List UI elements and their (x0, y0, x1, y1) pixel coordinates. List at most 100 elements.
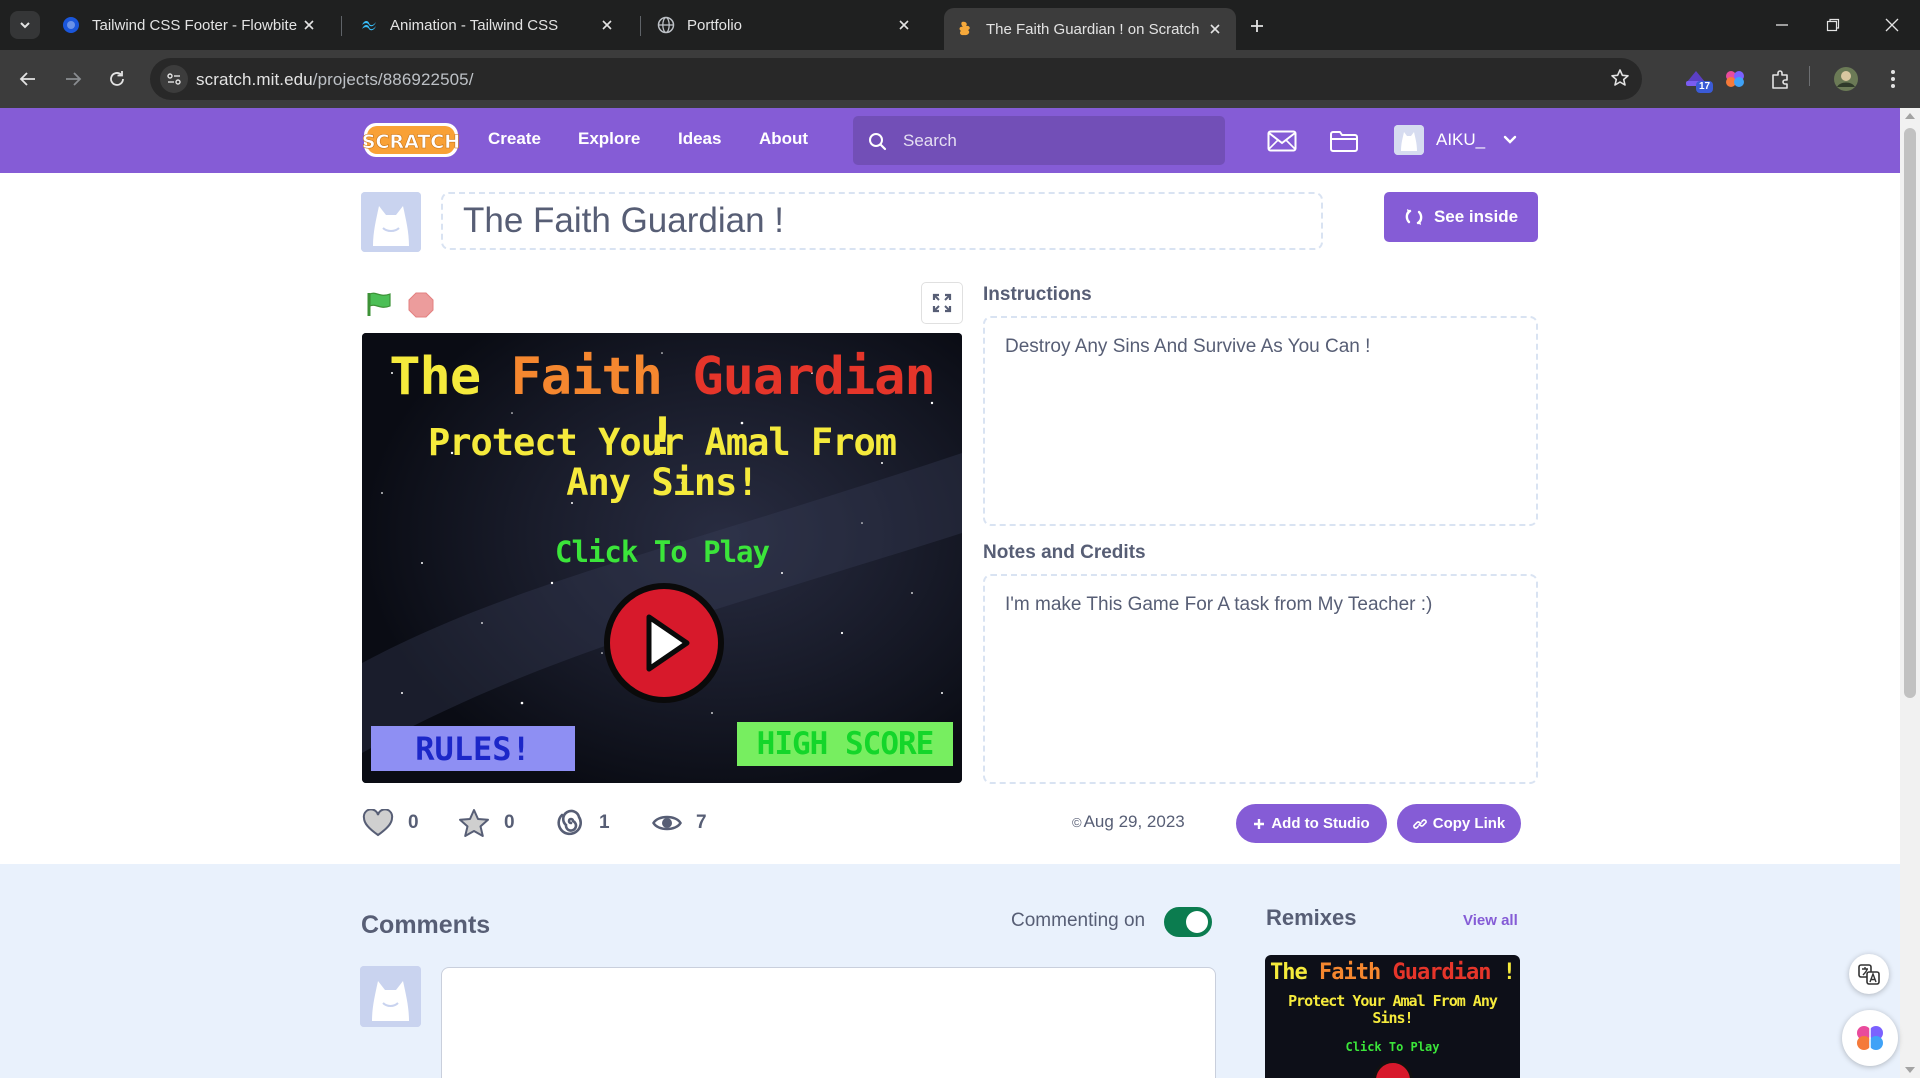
translate-icon (1858, 964, 1880, 985)
extension-brain-icon[interactable] (1721, 65, 1749, 93)
copy-link-button[interactable]: Copy Link (1397, 804, 1521, 843)
scrollbar-thumb[interactable] (1904, 128, 1916, 698)
extensions-puzzle-icon[interactable] (1767, 65, 1795, 93)
favorite-stat[interactable]: 0 (458, 808, 515, 838)
browser-tab-portfolio[interactable]: Portfolio (645, 6, 925, 44)
user-menu[interactable]: AIKU_ (1394, 123, 1517, 157)
close-icon[interactable] (598, 16, 616, 34)
username: AIKU_ (1436, 130, 1486, 149)
new-tab-button[interactable] (1244, 13, 1270, 39)
remix-play-icon (1373, 1060, 1413, 1078)
game-high-score-button[interactable]: HIGH SCORE (737, 722, 953, 766)
scratch-logo[interactable]: SCRATCH (363, 121, 459, 159)
my-stuff-button[interactable] (1328, 128, 1360, 154)
reload-icon (110, 71, 124, 86)
comments-heading: Comments (361, 911, 491, 939)
project-stage[interactable]: The Faith Guardian ! Protect Your Amal F… (362, 333, 962, 783)
commenting-toggle[interactable] (1164, 907, 1212, 937)
eye-icon (652, 815, 682, 831)
browser-tab-tailwind[interactable]: Animation - Tailwind CSS (348, 6, 628, 44)
nav-link-about[interactable]: About (759, 129, 808, 149)
fullscreen-button[interactable] (921, 282, 963, 324)
restore-button[interactable] (1819, 12, 1847, 38)
view-stat: 7 (652, 808, 707, 838)
browser-tab-strip: Tailwind CSS Footer - Flowbite Animation… (0, 0, 1920, 50)
assistant-brain-button[interactable] (1842, 1010, 1898, 1066)
love-stat[interactable]: 0 (362, 808, 419, 838)
mail-icon (1267, 130, 1297, 152)
close-icon[interactable] (1206, 20, 1224, 38)
minimize-button[interactable] (1768, 12, 1796, 38)
project-title[interactable]: The Faith Guardian ! (441, 192, 1323, 250)
logo-text: SCRATCH (363, 131, 459, 153)
toolbar-separator (1809, 66, 1810, 86)
browser-tab-flowbite[interactable]: Tailwind CSS Footer - Flowbite (50, 6, 330, 44)
remixes-heading: Remixes (1266, 905, 1357, 930)
remix-count: 1 (599, 812, 610, 833)
green-flag-button[interactable] (366, 291, 394, 317)
browser-menu-icon[interactable] (1879, 65, 1907, 93)
remix-thumbnail[interactable]: The Faith Guardian ! Protect Your Amal F… (1265, 955, 1520, 1078)
remix-title-word: The (1270, 960, 1308, 985)
copy-link-label: Copy Link (1432, 815, 1506, 832)
stop-button[interactable] (408, 292, 434, 318)
scratch-icon (956, 20, 974, 38)
nav-link-create[interactable]: Create (488, 129, 541, 149)
messages-button[interactable] (1266, 128, 1298, 154)
search-input[interactable] (903, 128, 1203, 154)
instructions-box[interactable]: Destroy Any Sins And Survive As You Can … (983, 316, 1538, 526)
see-inside-button[interactable]: See inside (1384, 192, 1538, 242)
folder-icon (1330, 131, 1358, 152)
bookmark-star-icon[interactable] (1610, 68, 1630, 88)
add-to-studio-button[interactable]: Add to Studio (1236, 804, 1387, 843)
view-all-remixes-link[interactable]: View all (1463, 912, 1518, 929)
url-host: scratch.mit.edu (196, 70, 313, 89)
link-icon (1412, 818, 1427, 829)
nav-link-explore[interactable]: Explore (578, 129, 640, 149)
game-rules-button[interactable]: RULES! (371, 726, 575, 771)
arrow-left-icon (19, 72, 35, 86)
arrow-right-icon (66, 72, 82, 86)
scroll-up-arrow[interactable] (1905, 113, 1915, 119)
tailwind-icon (360, 16, 378, 34)
nav-link-ideas[interactable]: Ideas (678, 129, 721, 149)
plus-icon (1251, 20, 1263, 32)
remix-arrows-icon (1405, 209, 1423, 225)
game-click-to-play[interactable]: Click To Play (362, 535, 962, 569)
reload-button[interactable] (102, 64, 132, 94)
browser-tab-scratch[interactable]: The Faith Guardian ! on Scratch (944, 8, 1236, 50)
back-button[interactable] (13, 64, 43, 94)
close-icon[interactable] (300, 16, 318, 34)
scroll-down-arrow[interactable] (1905, 1067, 1915, 1073)
forward-button[interactable] (58, 64, 88, 94)
translate-button[interactable] (1849, 954, 1889, 994)
url-text: scratch.mit.edu/projects/886922505/ (196, 70, 474, 90)
remix-title: The Faith Guardian ! (1265, 960, 1520, 985)
brain-icon (1857, 1026, 1883, 1050)
scratch-navbar: SCRATCH Create Explore Ideas About AIKU_ (0, 108, 1900, 173)
remix-stat[interactable]: 1 (557, 808, 610, 838)
minimize-icon (1776, 24, 1788, 26)
site-info-icon[interactable] (160, 65, 188, 93)
close-window-button[interactable] (1878, 12, 1906, 38)
scratch-search[interactable] (853, 116, 1225, 165)
comment-input[interactable] (441, 967, 1216, 1078)
tab-title: Portfolio (687, 16, 743, 34)
profile-avatar[interactable] (1832, 65, 1860, 93)
remix-subtitle: Protect Your Amal From Any Sins! (1288, 992, 1498, 1027)
project-author-avatar[interactable] (361, 192, 421, 252)
fullscreen-icon (932, 293, 952, 313)
address-bar[interactable]: scratch.mit.edu/projects/886922505/ (150, 58, 1642, 100)
tab-search-button[interactable] (10, 11, 40, 39)
page-scrollbar[interactable] (1900, 108, 1920, 1078)
remix-title-word: Guardian (1392, 960, 1492, 985)
instructions-heading: Instructions (983, 284, 1092, 305)
notes-box[interactable]: I'm make This Game For A task from My Te… (983, 574, 1538, 784)
game-play-button[interactable] (602, 581, 726, 705)
remix-title-word: Faith (1319, 960, 1381, 985)
extension-hat-icon[interactable]: 17 (1682, 65, 1714, 93)
game-title-word: The (389, 347, 481, 407)
url-path: /projects/886922505/ (312, 70, 474, 89)
tab-separator (640, 16, 641, 36)
close-icon[interactable] (895, 16, 913, 34)
